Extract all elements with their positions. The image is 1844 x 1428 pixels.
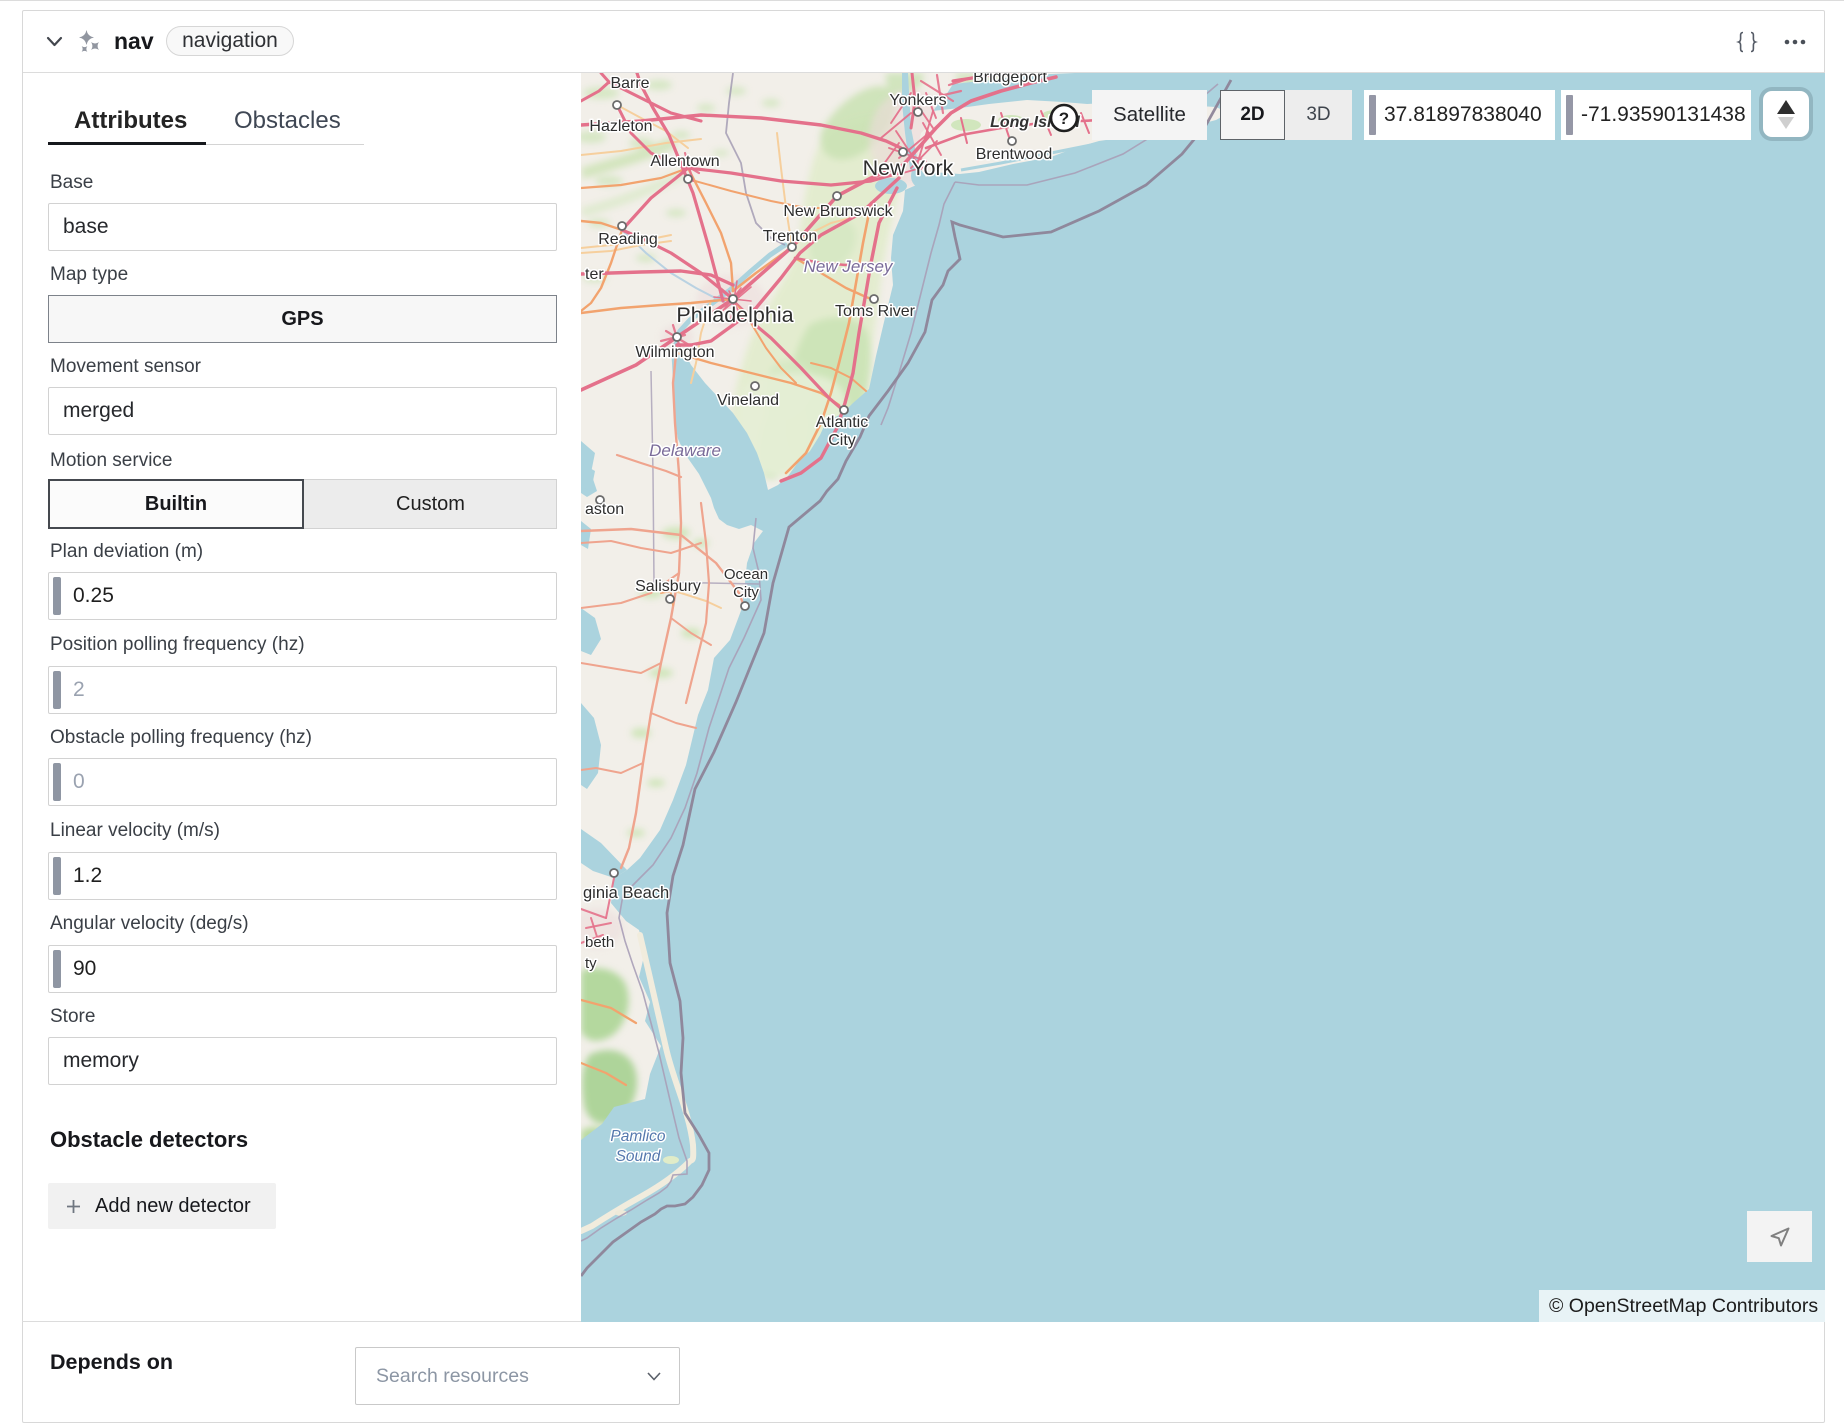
svg-text:Allentown: Allentown: [650, 153, 719, 170]
svg-text:Philadelphia: Philadelphia: [676, 303, 793, 327]
svg-text:Vineland: Vineland: [717, 392, 779, 409]
svg-text:Yonkers: Yonkers: [889, 92, 946, 109]
svg-text:Ocean: Ocean: [724, 566, 768, 583]
svg-text:Pamlico: Pamlico: [610, 1128, 666, 1145]
svg-text:Trenton: Trenton: [763, 228, 818, 245]
svg-text:Toms River: Toms River: [835, 303, 916, 320]
svg-text:New York: New York: [863, 156, 954, 180]
svg-text:aston: aston: [585, 501, 624, 518]
svg-text:Barre: Barre: [610, 75, 649, 92]
svg-text:Hazleton: Hazleton: [589, 118, 652, 135]
svg-text:beth: beth: [585, 934, 614, 951]
svg-text:Reading: Reading: [598, 231, 658, 248]
svg-text:New Brunswick: New Brunswick: [783, 203, 893, 220]
svg-text:Delaware: Delaware: [649, 441, 721, 460]
svg-text:Brentwood: Brentwood: [976, 146, 1053, 163]
svg-text:Atlantic: Atlantic: [816, 414, 868, 431]
svg-text:Bridgeport: Bridgeport: [973, 73, 1047, 86]
svg-text:ter: ter: [585, 266, 604, 283]
svg-text:ty: ty: [585, 955, 597, 972]
svg-text:Salisbury: Salisbury: [635, 578, 701, 595]
svg-text:?: ?: [1059, 109, 1069, 128]
svg-text:City: City: [733, 584, 759, 601]
svg-text:Sound: Sound: [616, 1148, 662, 1165]
svg-text:ginia Beach: ginia Beach: [583, 884, 669, 902]
svg-text:New Jersey: New Jersey: [804, 257, 894, 276]
svg-text:City: City: [828, 432, 856, 449]
svg-text:Wilmington: Wilmington: [635, 344, 714, 361]
